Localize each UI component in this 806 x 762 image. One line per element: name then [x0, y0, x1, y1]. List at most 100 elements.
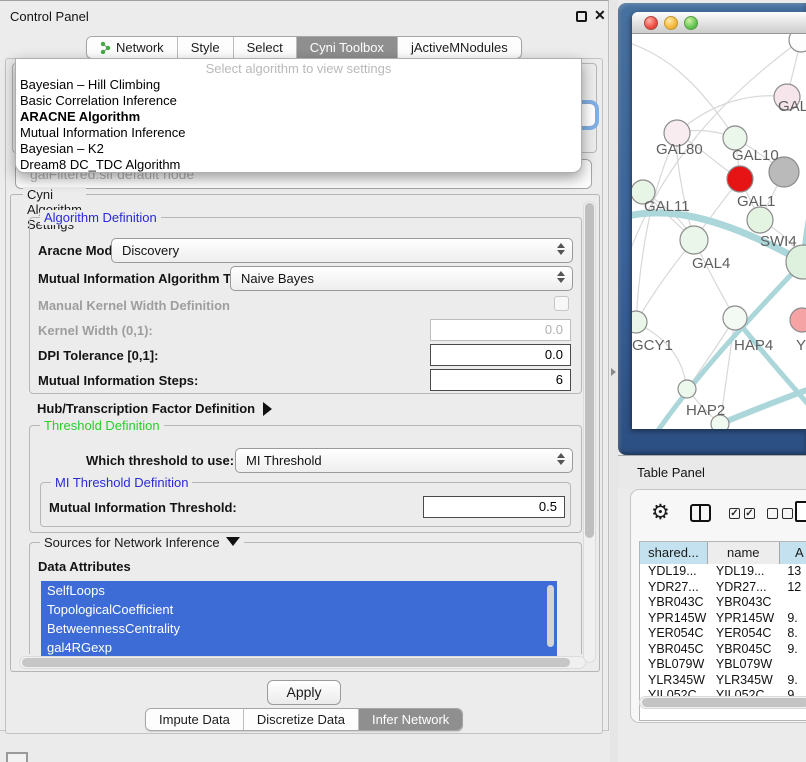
table-row[interactable]: YBL079WYBL079W [640, 657, 806, 673]
attribute-item-selected[interactable]: SelfLoops [41, 581, 557, 600]
table-cell: YER054C [640, 626, 708, 642]
network-node[interactable] [678, 380, 696, 398]
table-cell: YBR043C [640, 595, 708, 611]
control-panel-window: Control Panel ✕ NetworkStyleSelectCyni T… [0, 0, 609, 731]
table-horizontal-scrollbar[interactable] [639, 696, 806, 709]
panel-splitter[interactable] [610, 0, 618, 762]
threshold-definition-title: Threshold Definition [40, 418, 164, 433]
table-row[interactable]: YBR045CYBR045C9. [640, 642, 806, 658]
table-toolbar: ⚙ ✓ ✓ [631, 490, 806, 538]
network-node[interactable] [727, 166, 753, 192]
network-node[interactable] [790, 308, 806, 332]
mi-threshold-title: MI Threshold Definition [51, 475, 192, 490]
settings-horizontal-scrollbar[interactable] [19, 656, 586, 669]
table-cell: YLR345W [640, 673, 708, 689]
deselect-all-checkbox-icon[interactable] [767, 508, 778, 519]
attribute-item-selected[interactable]: gal4RGexp [41, 638, 557, 657]
tab-select[interactable]: Select [233, 37, 296, 58]
attribute-item-selected[interactable]: BetweennessCentrality [41, 619, 557, 638]
tab-jactivemnodules[interactable]: jActiveMNodules [397, 37, 521, 58]
network-canvas[interactable]: GAL7GAL80GAL10GAL1GAL11SWI4GAL4GCY1HAP4Y… [632, 34, 806, 429]
table-row[interactable]: YLR345WYLR345W9. [640, 673, 806, 689]
node-label: GAL11 [644, 198, 690, 215]
table-cell: YBR045C [708, 642, 779, 658]
table-row[interactable]: YPR145WYPR145W9. [640, 611, 806, 627]
close-panel-icon[interactable]: ✕ [594, 7, 606, 24]
minimized-panel-icon[interactable] [6, 752, 28, 762]
node-label: GCY1 [632, 337, 673, 354]
node-label: Y [796, 337, 806, 354]
table-row[interactable]: YDR27...YDR27...12 [640, 580, 806, 596]
algorithm-option[interactable]: Mutual Information Inference [16, 125, 581, 141]
node-label: GAL1 [737, 193, 775, 210]
table-cell: 13 [779, 564, 806, 580]
sources-title[interactable]: Sources for Network Inference [40, 535, 244, 550]
table-cell: 9. [779, 642, 806, 658]
mi-steps-field[interactable]: 6 [430, 369, 571, 391]
table-row[interactable]: YBR043CYBR043C [640, 595, 806, 611]
columns-icon[interactable] [690, 504, 711, 522]
data-attributes-label: Data Attributes [38, 559, 131, 574]
network-graph: GAL7GAL80GAL10GAL1GAL11SWI4GAL4GCY1HAP4Y… [632, 34, 806, 429]
network-window-titlebar[interactable] [632, 12, 806, 34]
aracne-mode-value: Discovery [122, 243, 179, 258]
mi-type-label: Mutual Information Algorithm Type: [38, 271, 257, 286]
node-table: shared...nameA YDL19...YDL19...13YDR27..… [639, 541, 806, 721]
float-window-icon[interactable] [576, 11, 587, 22]
splitter-handle-icon[interactable] [611, 368, 616, 376]
deselect-all-checkbox-icon[interactable] [782, 508, 793, 519]
network-node[interactable] [747, 207, 773, 233]
select-all-checkbox-icon[interactable]: ✓ [729, 508, 740, 519]
column-header[interactable]: shared... [640, 542, 708, 564]
table-row[interactable]: YDL19...YDL19...13 [640, 564, 806, 580]
network-node[interactable] [632, 311, 647, 333]
algorithm-placeholder: Select algorithm to view settings [16, 61, 581, 77]
application-root: Control Panel ✕ NetworkStyleSelectCyni T… [0, 0, 806, 762]
algorithm-option[interactable]: Dream8 DC_TDC Algorithm [16, 157, 581, 173]
table-cell: YDR27... [708, 580, 779, 596]
which-threshold-combo[interactable]: MI Threshold [235, 448, 573, 473]
network-node[interactable] [789, 34, 806, 52]
mi-type-combo[interactable]: Naive Bayes [230, 266, 573, 291]
close-traffic-light-icon[interactable] [644, 16, 658, 30]
table-header-row: shared...nameA [640, 542, 806, 564]
table-cell: YBR045C [640, 642, 708, 658]
table-cell: 12 [779, 580, 806, 596]
tab-discretize-data[interactable]: Discretize Data [243, 709, 358, 730]
table-row[interactable]: YER054CYER054C8. [640, 626, 806, 642]
column-header[interactable]: A [780, 542, 806, 564]
table-cell: YER054C [708, 626, 779, 642]
attribute-list-scrollbar[interactable] [547, 585, 554, 647]
hub-definition-toggle[interactable]: Hub/Transcription Factor Definition [37, 401, 272, 416]
tab-infer-network[interactable]: Infer Network [358, 709, 462, 730]
network-node[interactable] [723, 306, 747, 330]
mi-threshold-label: Mutual Information Threshold: [49, 500, 237, 515]
aracne-mode-combo[interactable]: Discovery [111, 238, 573, 263]
algorithm-option[interactable]: Basic Correlation Inference [16, 93, 581, 109]
gear-icon[interactable]: ⚙ [651, 501, 670, 525]
algorithm-option[interactable]: Bayesian – Hill Climbing [16, 77, 581, 93]
export-table-icon[interactable] [795, 501, 806, 522]
table-cell: 9. [779, 611, 806, 627]
tab-style[interactable]: Style [177, 37, 233, 58]
select-all-checkbox-icon[interactable]: ✓ [744, 508, 755, 519]
column-header[interactable]: name [708, 542, 780, 564]
algorithm-dropdown-popup: Select algorithm to view settings Bayesi… [15, 58, 582, 173]
table-cell: YDL19... [640, 564, 708, 580]
tab-network[interactable]: Network [87, 37, 177, 58]
minimize-traffic-light-icon[interactable] [664, 16, 678, 30]
tab-cyni-toolbox[interactable]: Cyni Toolbox [296, 37, 397, 58]
settings-vertical-scrollbar[interactable] [583, 201, 596, 663]
dpi-tolerance-field[interactable]: 0.0 [430, 344, 571, 366]
tab-impute-data[interactable]: Impute Data [146, 709, 243, 730]
zoom-traffic-light-icon[interactable] [684, 16, 698, 30]
network-node[interactable] [680, 226, 708, 254]
algorithm-option[interactable]: Bayesian – K2 [16, 141, 581, 157]
mi-threshold-field[interactable]: 0.5 [423, 496, 565, 518]
attribute-item-selected[interactable]: TopologicalCoefficient [41, 600, 557, 619]
network-desktop: GAL7GAL80GAL10GAL1GAL11SWI4GAL4GCY1HAP4Y… [618, 3, 806, 455]
data-attributes-list: SelfLoopsTopologicalCoefficientBetweenne… [41, 581, 557, 658]
algorithm-option[interactable]: ARACNE Algorithm [16, 109, 581, 125]
node-label: GAL10 [732, 147, 779, 164]
apply-button[interactable]: Apply [267, 680, 341, 705]
